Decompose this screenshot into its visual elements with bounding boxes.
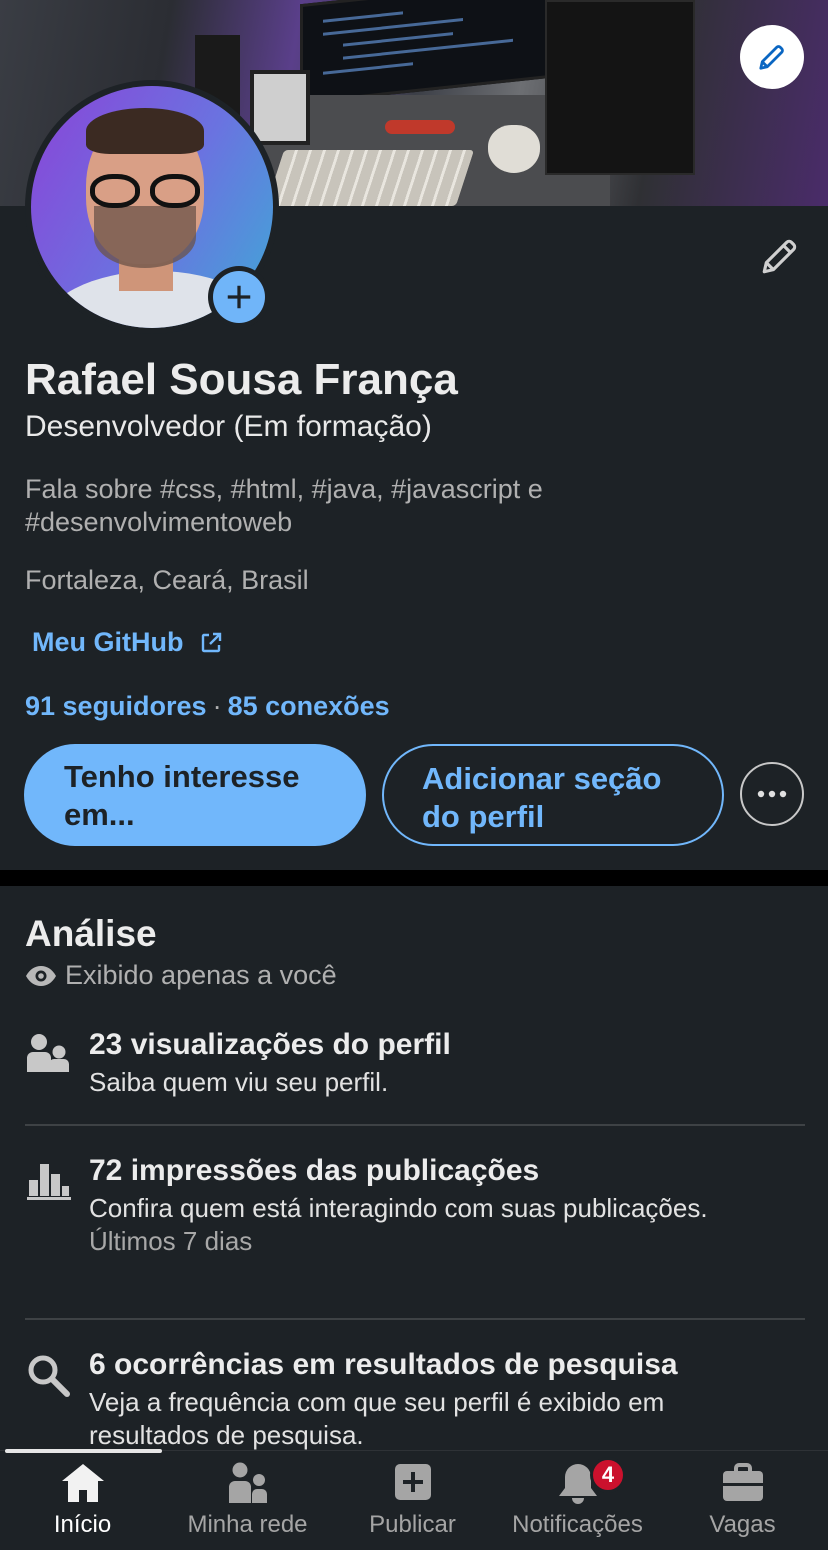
analytics-title: Análise — [25, 913, 157, 954]
analytics-item-desc: Veja a frequência com que seu perfil é e… — [89, 1387, 665, 1450]
bottom-nav: Início Minha rede Publicar 4 Notificaçõe… — [0, 1450, 828, 1550]
followers-link[interactable]: 91 seguidores — [25, 691, 207, 721]
add-profile-section-button[interactable]: Adicionar seção do perfil — [382, 744, 724, 846]
eye-icon — [26, 965, 56, 986]
analytics-item-desc: Saiba quem viu seu perfil. — [89, 1067, 389, 1097]
open-to-button[interactable]: Tenho interesse em... — [24, 744, 366, 846]
search-icon — [28, 1355, 70, 1397]
bar-chart-icon — [27, 1164, 71, 1200]
plus-icon — [227, 285, 251, 309]
nav-network-label: Minha rede — [187, 1511, 308, 1538]
nav-notifications[interactable]: 4 Notificações — [495, 1451, 660, 1550]
analytics-item-profile-views[interactable]: 23 visualizações do perfil Saiba quem vi… — [25, 1028, 805, 1108]
github-link-label: Meu GitHub — [32, 627, 184, 657]
analytics-item-title: 6 ocorrências em resultados de pesquisa — [89, 1348, 678, 1381]
profile-location: Fortaleza, Ceará, Brasil — [25, 565, 309, 595]
cover-tablet — [250, 70, 310, 145]
pencil-icon — [762, 239, 797, 274]
ellipsis-icon — [757, 790, 787, 798]
network-counts: 91 seguidores · 85 conexões — [25, 691, 390, 722]
cover-speaker — [545, 0, 695, 175]
notification-badge: 4 — [590, 1457, 626, 1493]
analytics-item-post-impressions[interactable]: 72 impressões das publicações Confira qu… — [25, 1154, 805, 1294]
nav-jobs[interactable]: Vagas — [660, 1451, 825, 1550]
profile-headline: Desenvolvedor (Em formação) — [25, 410, 432, 443]
edit-cover-button[interactable] — [740, 25, 804, 89]
nav-post[interactable]: Publicar — [330, 1451, 495, 1550]
cover-cable — [385, 120, 455, 134]
add-photo-button[interactable] — [208, 266, 270, 328]
post-icon — [394, 1464, 431, 1500]
analytics-item-title: 23 visualizações do perfil — [89, 1028, 451, 1061]
nav-post-label: Publicar — [369, 1511, 456, 1538]
connections-link[interactable]: 85 conexões — [228, 691, 390, 721]
nav-notifications-label: Notificações — [512, 1511, 643, 1538]
cover-monitor — [300, 0, 570, 105]
more-actions-button[interactable] — [740, 762, 804, 826]
cover-keyboard — [265, 150, 475, 206]
pencil-icon — [759, 45, 784, 70]
analytics-item-desc: Confira quem está interagindo com suas p… — [89, 1193, 708, 1223]
nav-network[interactable]: Minha rede — [165, 1451, 330, 1550]
analytics-item-title: 72 impressões das publicações — [89, 1154, 540, 1187]
counts-separator: · — [212, 691, 222, 721]
github-link[interactable]: Meu GitHub — [32, 627, 223, 658]
section-divider — [0, 870, 828, 886]
analytics-item-desc-block: Confira quem está interagindo com suas p… — [89, 1192, 789, 1258]
nav-jobs-label: Vagas — [709, 1511, 776, 1538]
briefcase-icon — [722, 1463, 763, 1501]
profile-topics: Fala sobre #css, #html, #java, #javascri… — [25, 474, 543, 537]
home-icon — [61, 1464, 104, 1502]
profile-name: Rafael Sousa França — [25, 355, 458, 404]
network-icon — [228, 1462, 267, 1503]
nav-home-label: Início — [53, 1511, 112, 1538]
people-icon — [27, 1034, 69, 1072]
external-link-icon — [202, 632, 222, 652]
private-note: Exibido apenas a você — [25, 960, 337, 991]
analytics-item-period: Últimos 7 dias — [89, 1226, 253, 1256]
edit-profile-button[interactable] — [756, 232, 804, 280]
private-note-label: Exibido apenas a você — [65, 960, 337, 990]
item-divider — [25, 1124, 805, 1126]
analytics-item-search-appearances[interactable]: 6 ocorrências em resultados de pesquisa … — [25, 1348, 805, 1450]
cover-mouse — [488, 125, 540, 173]
nav-home[interactable]: Início — [0, 1451, 165, 1550]
active-tab-indicator — [5, 1449, 162, 1453]
item-divider — [25, 1318, 805, 1320]
